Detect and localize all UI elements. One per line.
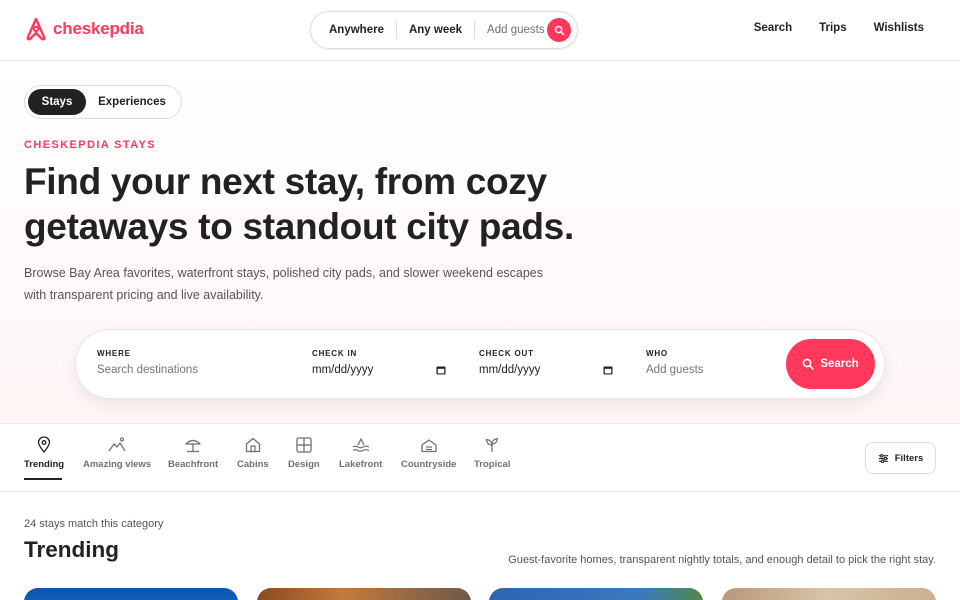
category-label: Design [288,459,320,470]
filters-button[interactable]: Filters [865,442,936,474]
brand-logo-icon [26,17,46,41]
section-subtitle: Guest-favorite homes, transparent nightl… [508,554,936,566]
brand-logo[interactable]: cheskepdia [25,17,144,41]
results-count: 24 stays match this category [24,518,164,530]
checkout-field[interactable]: CHECK OUT mm/dd/yyyy [479,349,613,376]
where-label: WHERE [97,349,131,358]
map-pin-icon [37,436,51,454]
mountain-icon [108,437,126,452]
filters-label: Filters [894,452,924,464]
category-amazing-views[interactable]: Amazing views [83,436,151,470]
nav-trips-link[interactable]: Trips [819,22,846,34]
stays-experiences-toggle: Stays Experiences [24,85,182,119]
category-label: Trending [24,459,65,470]
category-design[interactable]: Design [288,436,320,470]
category-cabins[interactable]: Cabins [237,436,269,470]
listing-card-image[interactable] [489,588,703,600]
category-label: Lakefront [339,459,383,470]
category-countryside[interactable]: Countryside [401,436,456,470]
listing-card-image[interactable] [24,588,238,600]
waves-icon [352,438,369,452]
search-icon [802,358,814,370]
calendar-icon[interactable] [603,365,613,375]
checkout-input[interactable]: mm/dd/yyyy [479,364,613,376]
grid-icon [296,437,312,453]
category-label: Tropical [474,459,511,470]
category-bar: Trending Amazing views Beachfront Cabins… [0,423,960,492]
checkin-value: mm/dd/yyyy [312,364,374,376]
checkin-field[interactable]: CHECK IN mm/dd/yyyy [312,349,446,376]
where-field[interactable]: WHERE [97,349,277,378]
nav-search-link[interactable]: Search [754,22,792,34]
umbrella-icon [185,439,201,453]
category-trending[interactable]: Trending [24,436,64,470]
search-submit-button[interactable]: Search [786,339,875,389]
checkout-label: CHECK OUT [479,349,534,358]
barn-icon [421,439,437,453]
category-label: Cabins [237,459,269,470]
hero-eyebrow: CHESKEPDIA STAYS [24,139,157,151]
search-icon [554,25,564,35]
sprout-icon [486,437,499,452]
house-icon [245,437,260,453]
checkin-label: CHECK IN [312,349,358,358]
brand-name: cheskepdia [53,19,144,38]
category-label: Countryside [401,459,457,470]
hero-subtext: Browse Bay Area favorites, waterfront st… [24,266,544,302]
experiences-tab[interactable]: Experiences [86,89,178,115]
who-label: WHO [646,349,668,358]
listing-card-image[interactable] [257,588,471,600]
nav-wishlists-link[interactable]: Wishlists [874,22,924,34]
pill-when[interactable]: Any week [397,21,474,39]
checkin-input[interactable]: mm/dd/yyyy [312,364,446,376]
category-label: Beachfront [168,459,219,470]
stays-tab[interactable]: Stays [28,89,86,115]
pill-guests[interactable]: Add guests [475,21,557,39]
where-input[interactable] [97,364,277,376]
search-button-label: Search [820,358,859,370]
active-category-underline [24,478,62,480]
category-lakefront[interactable]: Lakefront [339,436,382,470]
calendar-icon[interactable] [436,365,446,375]
header-nav: Search Trips Wishlists [754,22,924,34]
category-tropical[interactable]: Tropical [474,436,510,470]
pill-search-button[interactable] [547,18,571,42]
main-search-bar: WHERE CHECK IN mm/dd/yyyy CHECK OUT mm/d… [75,329,885,399]
who-input[interactable] [646,364,766,376]
who-field[interactable]: WHO [646,349,766,378]
listing-card-image[interactable] [722,588,936,600]
section-title: Trending [24,537,119,562]
compact-search-pill[interactable]: Anywhere Any week Add guests [310,11,578,49]
category-label: Amazing views [83,459,152,470]
hero-section: Stays Experiences CHESKEPDIA STAYS Find … [0,61,960,423]
checkout-value: mm/dd/yyyy [479,364,541,376]
pill-where[interactable]: Anywhere [311,21,396,39]
category-beachfront[interactable]: Beachfront [168,436,218,470]
sliders-icon [878,453,888,463]
hero-headline: Find your next stay, from cozy getaways … [24,161,574,247]
top-header: cheskepdia Anywhere Any week Add guests … [0,0,960,61]
